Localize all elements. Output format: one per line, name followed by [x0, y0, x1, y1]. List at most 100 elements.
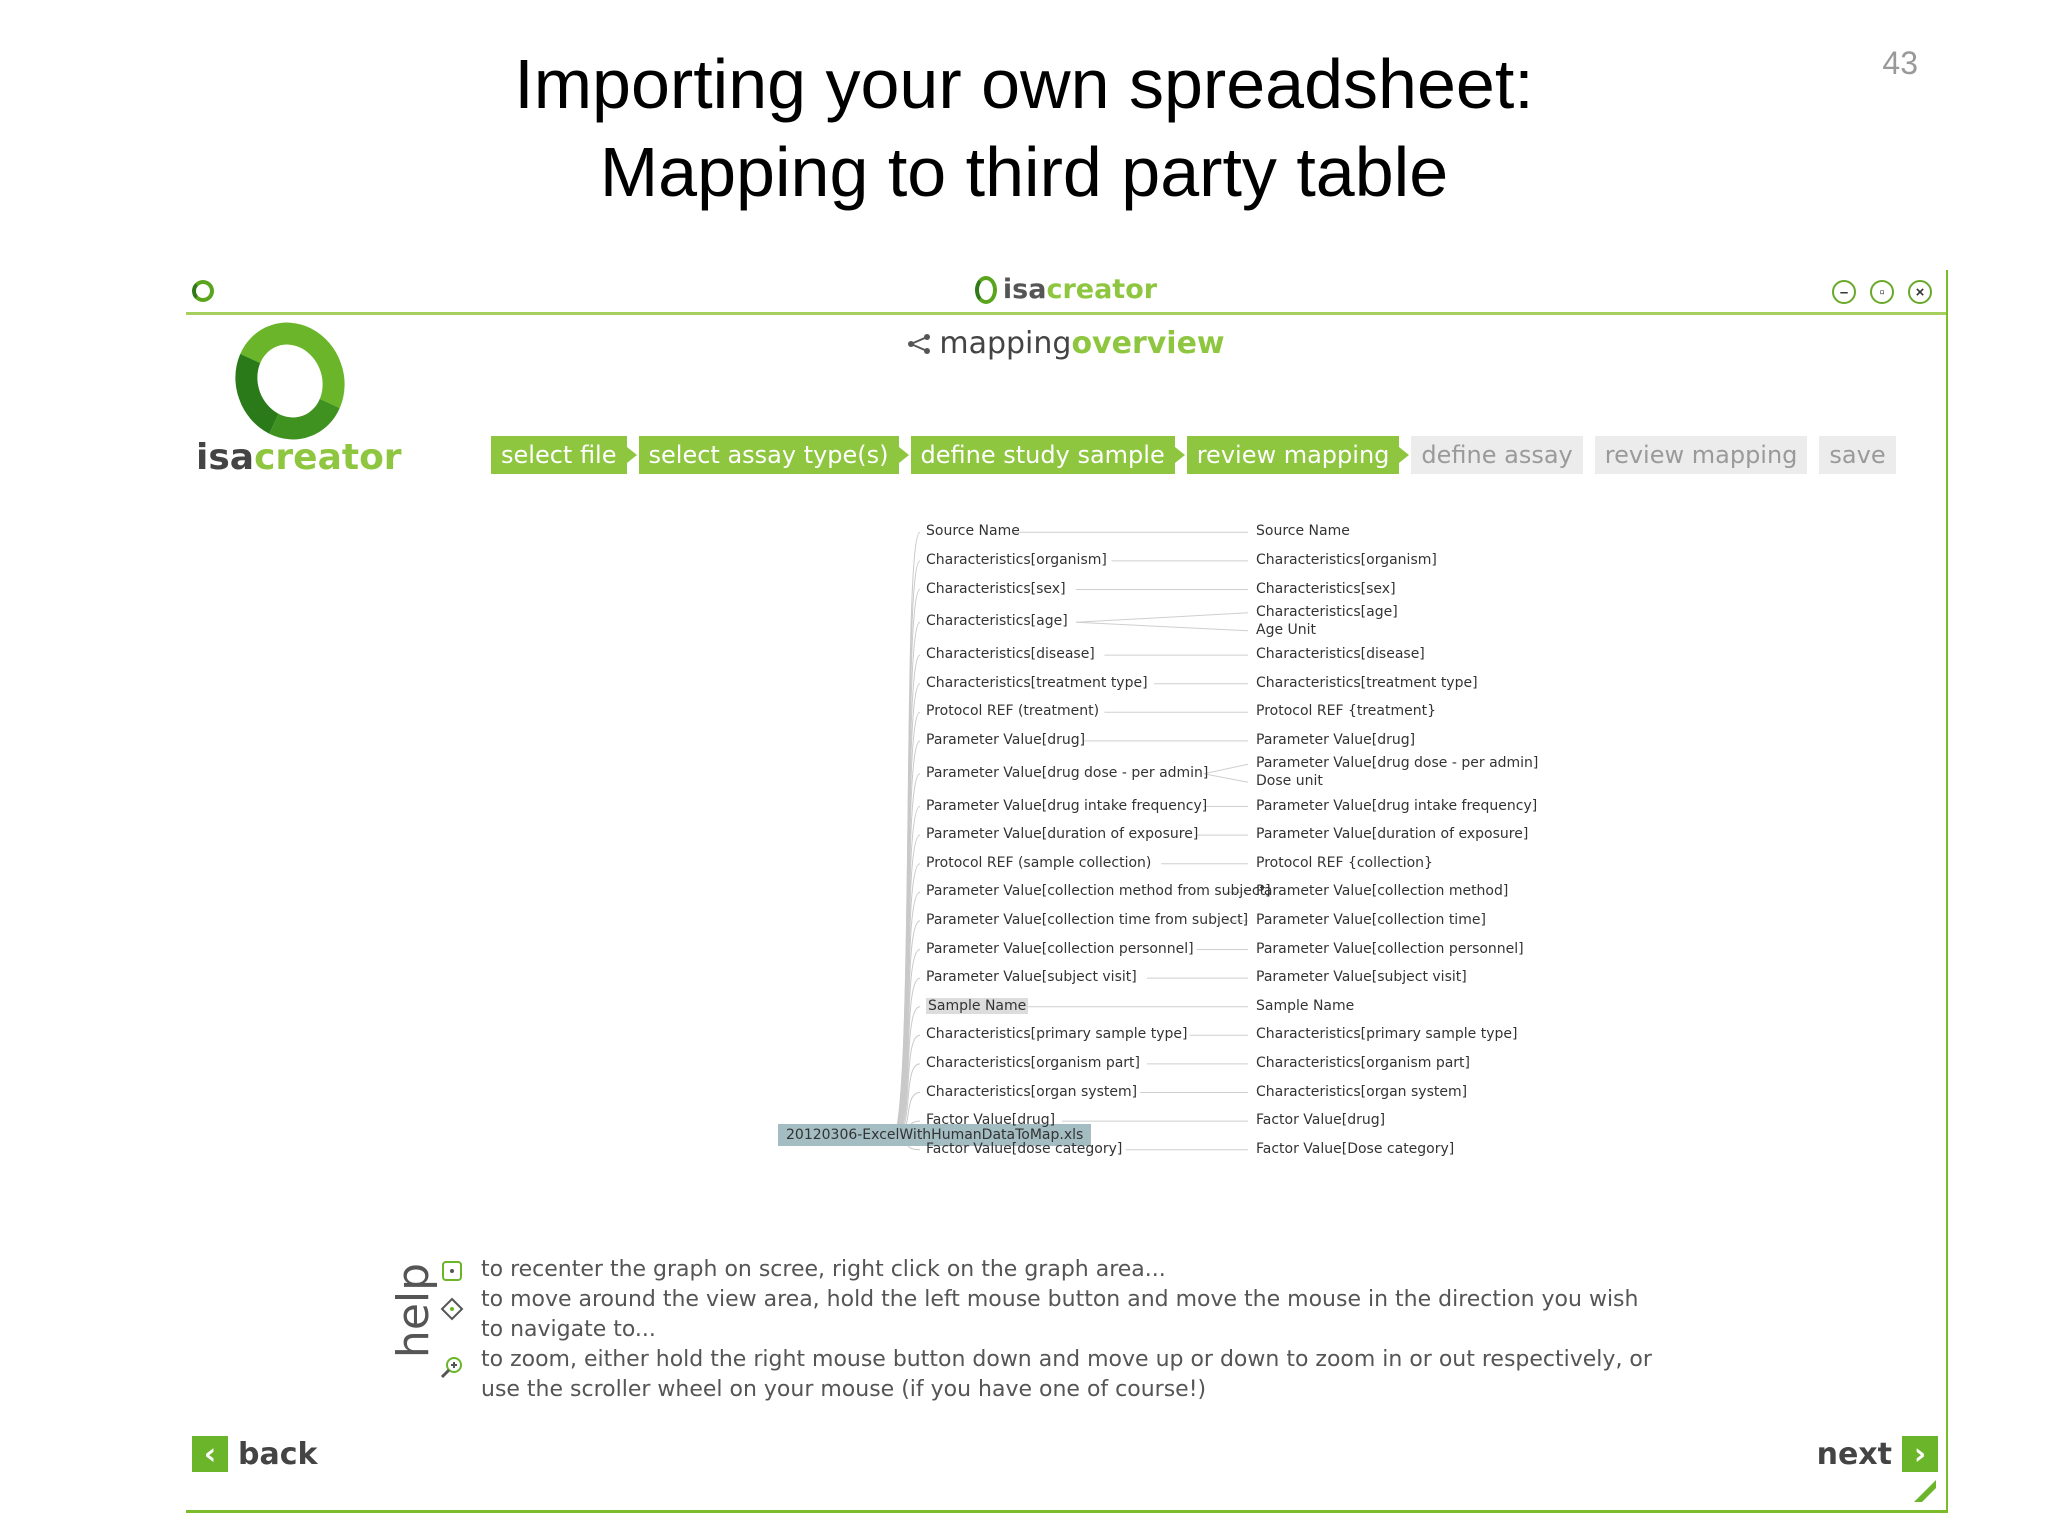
- help-recenter-text: to recenter the graph on scree, right cl…: [481, 1257, 1166, 1282]
- target-column[interactable]: Characteristics[primary sample type]: [1256, 1026, 1517, 1042]
- target-column[interactable]: Protocol REF {collection}: [1256, 855, 1433, 871]
- target-column[interactable]: Parameter Value[collection personnel]: [1256, 941, 1524, 957]
- step-3[interactable]: define study sample: [910, 436, 1185, 474]
- step-label: save: [1829, 441, 1886, 469]
- source-column[interactable]: Protocol REF (treatment): [926, 703, 1099, 719]
- source-column[interactable]: Characteristics[primary sample type]: [926, 1026, 1187, 1042]
- target-column[interactable]: Characteristics[age]: [1256, 604, 1398, 620]
- source-column[interactable]: Factor Value[dose category]: [926, 1141, 1122, 1157]
- source-column[interactable]: Parameter Value[subject visit]: [926, 969, 1137, 985]
- step-label: select assay type(s): [648, 441, 889, 469]
- mapping-graph-lines: [890, 531, 1249, 1151]
- window-controls: – ▫ ×: [1832, 280, 1932, 304]
- step-arrow-icon: [1174, 447, 1185, 463]
- window-title-creator: creator: [1046, 274, 1158, 305]
- resize-handle-icon[interactable]: [1914, 1480, 1936, 1502]
- source-column[interactable]: Characteristics[treatment type]: [926, 675, 1148, 691]
- step-label: define study sample: [920, 441, 1165, 469]
- window-title-isa: isa: [1002, 274, 1047, 305]
- target-column[interactable]: Parameter Value[drug]: [1256, 732, 1415, 748]
- slide-title-line1: Importing your own spreadsheet:: [514, 45, 1534, 123]
- close-icon[interactable]: ×: [1908, 280, 1932, 304]
- help-move-text-1: to move around the view area, hold the l…: [481, 1287, 1639, 1312]
- next-label: next: [1816, 1436, 1892, 1472]
- source-column[interactable]: Sample Name: [926, 997, 1029, 1014]
- slide-page-number: 43: [1882, 45, 1918, 81]
- source-column[interactable]: Parameter Value[drug]: [926, 732, 1085, 748]
- source-column[interactable]: Parameter Value[collection time from sub…: [926, 912, 1248, 928]
- help-zoom-text-1: to zoom, either hold the right mouse but…: [481, 1347, 1652, 1372]
- step-7[interactable]: save: [1819, 436, 1896, 474]
- source-column[interactable]: Characteristics[organism]: [926, 552, 1107, 568]
- source-column[interactable]: Parameter Value[drug dose - per admin]: [926, 765, 1208, 781]
- target-column[interactable]: Characteristics[disease]: [1256, 646, 1425, 662]
- step-label: review mapping: [1196, 441, 1390, 469]
- target-column[interactable]: Age Unit: [1256, 622, 1316, 638]
- source-column[interactable]: Characteristics[organ system]: [926, 1084, 1137, 1100]
- source-column[interactable]: Parameter Value[collection personnel]: [926, 941, 1194, 957]
- logo-creator: creator: [254, 437, 402, 478]
- target-column[interactable]: Protocol REF {treatment}: [1256, 703, 1436, 719]
- step-1[interactable]: select file: [491, 436, 637, 474]
- minimize-icon[interactable]: –: [1832, 280, 1856, 304]
- mapping-link: [1075, 612, 1249, 623]
- title-bar: isacreator – ▫ ×: [186, 270, 1946, 315]
- share-icon: [908, 334, 931, 354]
- help-move-text-2: to navigate to...: [481, 1317, 656, 1342]
- source-column[interactable]: Parameter Value[collection method from s…: [926, 883, 1271, 899]
- source-column[interactable]: Parameter Value[drug intake frequency]: [926, 798, 1207, 814]
- source-column[interactable]: Characteristics[organism part]: [926, 1055, 1140, 1071]
- source-column[interactable]: Protocol REF (sample collection): [926, 855, 1151, 871]
- step-label: select file: [501, 441, 617, 469]
- isacreator-logo-icon: [974, 276, 997, 304]
- step-6[interactable]: review mapping: [1594, 436, 1808, 474]
- step-5[interactable]: define assay: [1411, 436, 1583, 474]
- page-heading: mappingoverview: [186, 326, 1946, 361]
- logo-isa: isa: [196, 437, 255, 478]
- chevron-right-icon: ›: [1902, 1436, 1938, 1472]
- next-button[interactable]: next ›: [1817, 1436, 1938, 1472]
- source-column[interactable]: Parameter Value[duration of exposure]: [926, 826, 1198, 842]
- target-column[interactable]: Dose unit: [1256, 773, 1323, 789]
- window-title: isacreator: [186, 274, 1946, 305]
- source-column[interactable]: Characteristics[disease]: [926, 646, 1095, 662]
- mapping-graph[interactable]: 20120306-ExcelWithHumanDataToMap.xls Sou…: [546, 500, 1946, 1220]
- slide-title-line2: Mapping to third party table: [599, 133, 1449, 211]
- target-column[interactable]: Factor Value[Dose category]: [1256, 1141, 1454, 1157]
- mapping-link: [1203, 763, 1249, 775]
- source-column[interactable]: Characteristics[sex]: [926, 581, 1066, 597]
- help-zoom-text-2: use the scroller wheel on your mouse (if…: [481, 1377, 1207, 1402]
- back-label: back: [238, 1436, 318, 1472]
- target-column[interactable]: Characteristics[treatment type]: [1256, 675, 1478, 691]
- step-4[interactable]: review mapping: [1186, 436, 1410, 474]
- chevron-left-icon: ‹: [192, 1436, 228, 1472]
- target-column[interactable]: Parameter Value[subject visit]: [1256, 969, 1467, 985]
- target-column[interactable]: Characteristics[organ system]: [1256, 1084, 1467, 1100]
- maximize-icon[interactable]: ▫: [1870, 280, 1894, 304]
- slide-title: Importing your own spreadsheet: Mapping …: [0, 40, 2048, 216]
- step-arrow-icon: [898, 447, 909, 463]
- target-column[interactable]: Parameter Value[drug dose - per admin]: [1256, 755, 1538, 771]
- target-column[interactable]: Parameter Value[duration of exposure]: [1256, 826, 1528, 842]
- step-arrow-icon: [1399, 447, 1410, 463]
- source-column[interactable]: Characteristics[age]: [926, 613, 1068, 629]
- target-column[interactable]: Characteristics[sex]: [1256, 581, 1396, 597]
- target-column[interactable]: Parameter Value[collection time]: [1256, 912, 1486, 928]
- step-2[interactable]: select assay type(s): [638, 436, 909, 474]
- source-column[interactable]: Source Name: [926, 523, 1020, 539]
- target-column[interactable]: Characteristics[organism]: [1256, 552, 1437, 568]
- target-column[interactable]: Parameter Value[drug intake frequency]: [1256, 798, 1537, 814]
- target-column[interactable]: Characteristics[organism part]: [1256, 1055, 1470, 1071]
- help-title: help: [388, 1262, 440, 1359]
- isacreator-window: isacreator – ▫ × isacreator mappingoverv…: [186, 270, 1948, 1513]
- target-column[interactable]: Factor Value[drug]: [1256, 1112, 1385, 1128]
- step-label: define assay: [1421, 441, 1573, 469]
- target-column[interactable]: Source Name: [1256, 523, 1350, 539]
- help-panel: help to recenter the graph on scree, rig…: [386, 1255, 1686, 1415]
- source-column[interactable]: Factor Value[drug]: [926, 1112, 1055, 1128]
- wizard-steps: select file select assay type(s) define st…: [491, 436, 1896, 474]
- target-column[interactable]: Parameter Value[collection method]: [1256, 883, 1508, 899]
- target-column[interactable]: Sample Name: [1256, 998, 1354, 1014]
- zoom-icon: [440, 1357, 462, 1379]
- back-button[interactable]: ‹ back: [192, 1436, 317, 1472]
